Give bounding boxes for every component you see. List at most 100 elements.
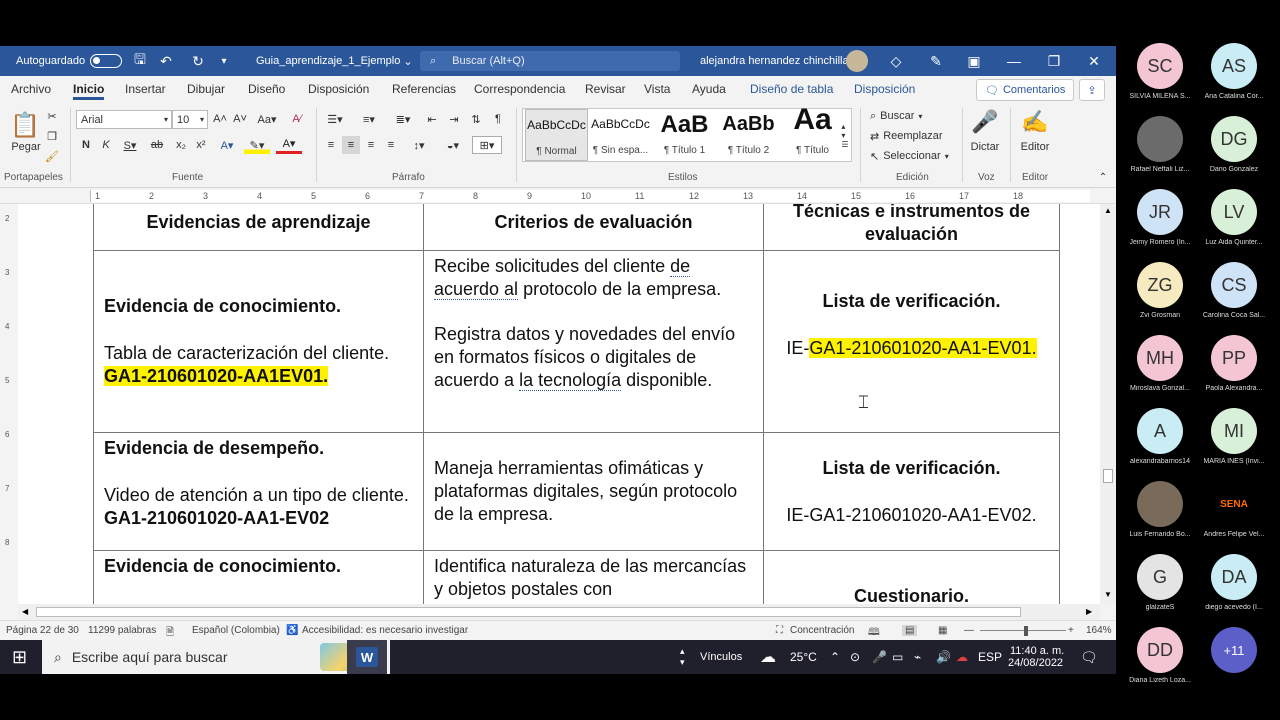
print-layout-icon[interactable]: ▤ [902, 625, 918, 636]
weather-icon[interactable]: ☁ [760, 640, 776, 674]
language-status[interactable]: Español (Colombia) [192, 625, 280, 636]
superscript-icon[interactable]: x² [192, 136, 210, 154]
table-cell[interactable]: Evidencia de conocimiento. [93, 550, 424, 604]
find-button[interactable]: ⌕ Buscar ▾ [870, 108, 950, 124]
participant-tile[interactable]: GglalzateS [1119, 554, 1201, 627]
participant-tile[interactable]: DG Dario Gonzalez [1193, 116, 1275, 189]
participant-tile[interactable]: DA diego acevedo (I... [1193, 554, 1275, 627]
participant-tile[interactable]: SENA Andres Felipe Vel... [1193, 481, 1275, 554]
replace-button[interactable]: ⇄ Reemplazar [870, 128, 950, 144]
format-painter-icon[interactable]: 🖌 [44, 148, 60, 164]
hscroll-thumb[interactable] [36, 607, 1021, 617]
vertical-scrollbar[interactable]: ▲ ▼ [1100, 204, 1116, 604]
word-count[interactable]: 11299 palabras [88, 625, 156, 636]
multilevel-list-icon[interactable]: ≣▾ [390, 110, 416, 128]
tab-diseno[interactable]: Diseño [248, 82, 285, 100]
proofing-icon[interactable]: 🗎 [166, 625, 174, 640]
tab-disposicion-tabla[interactable]: Disposición [854, 82, 915, 100]
tab-correspondencia[interactable]: Correspondencia [474, 82, 565, 100]
editor-icon[interactable]: ✍ [1020, 108, 1050, 136]
pen-icon[interactable]: ✎ [924, 46, 948, 76]
shrink-font-icon[interactable]: A˅ [232, 110, 248, 128]
participant-tile[interactable]: SC SILVIA MILENA S... [1119, 43, 1201, 116]
diamond-icon[interactable]: ◇ [884, 46, 908, 76]
styles-scroll-icon[interactable]: ▴ ▾ ☰ [838, 110, 852, 160]
zoom-slider-handle[interactable] [1024, 626, 1028, 636]
grow-font-icon[interactable]: A˄ [212, 110, 228, 128]
table-cell[interactable]: Evidencia de conocimiento. Tabla de cara… [93, 250, 424, 433]
subscript-icon[interactable]: x₂ [172, 136, 190, 154]
participant-tile[interactable]: Aalexandrabarrios14 [1119, 408, 1201, 481]
participant-tile[interactable]: PP Paola Alexandra... [1193, 335, 1275, 408]
user-name[interactable]: alejandra hernandez chinchilla [700, 46, 849, 76]
focus-mode[interactable]: Concentración [790, 625, 854, 636]
participant-tile[interactable]: +11 [1193, 627, 1275, 700]
windows-start-icon[interactable]: ⊞ [12, 640, 27, 674]
bold-icon[interactable]: N [78, 136, 94, 154]
tab-vista[interactable]: Vista [644, 82, 670, 100]
line-spacing-icon[interactable]: ↕▾ [406, 136, 432, 154]
autosave-toggle[interactable] [90, 46, 122, 76]
user-avatar[interactable] [838, 46, 868, 76]
zoom-in-icon[interactable]: + [1068, 625, 1074, 636]
style-heading-1[interactable]: AaB ¶ Título 1 [653, 109, 716, 161]
header-tecnicas[interactable]: Técnicas e instrumentos de evaluación [763, 204, 1060, 251]
participant-tile[interactable]: MH Miroslava Gonzal... [1119, 335, 1201, 408]
font-name-select[interactable]: Arial ▾ [76, 110, 172, 129]
strikethrough-icon[interactable]: ab [148, 136, 166, 154]
focus-icon[interactable]: ⛶ [776, 625, 783, 636]
highlight-icon[interactable]: ✎▾ [244, 136, 270, 154]
comments-button[interactable]: 🗨 Comentarios [976, 79, 1075, 101]
document-area[interactable]: Evidencias de aprendizaje Criterios de e… [18, 204, 1100, 604]
share-button[interactable]: ⇪ [1079, 79, 1105, 101]
tab-referencias[interactable]: Referencias [392, 82, 456, 100]
participant-tile[interactable]: Luis Fernando Bo... [1119, 481, 1201, 554]
scroll-up-icon[interactable]: ▲ [1104, 206, 1112, 215]
clock-date[interactable]: 24/08/2022 [1008, 657, 1063, 674]
participant-tile[interactable]: CS Carolina Coca Sal... [1193, 262, 1275, 335]
select-button[interactable]: ↖ Seleccionar ▾ [870, 148, 956, 164]
table-cell[interactable]: Evidencia de desempeño. Video de atenció… [93, 432, 424, 551]
volume-icon[interactable]: 🔊 [936, 640, 951, 674]
tab-inicio[interactable]: Inicio [73, 82, 105, 100]
show-marks-icon[interactable]: ¶ [490, 110, 506, 128]
decrease-indent-icon[interactable]: ⇤ [424, 110, 440, 128]
microphone-icon[interactable]: 🎤 [971, 108, 998, 136]
style-no-spacing[interactable]: AaBbCcDc ¶ Sin espa... [589, 109, 652, 161]
table-cell[interactable]: Lista de verificación. IE-GA1-210601020-… [763, 432, 1060, 551]
taskbar-word-app[interactable]: W [347, 640, 387, 674]
vertical-ruler[interactable]: 2345678 [0, 204, 18, 604]
battery-icon[interactable]: ▭ [892, 640, 903, 674]
header-criterios[interactable]: Criterios de evaluación [423, 204, 764, 251]
participant-tile[interactable]: MI MARÍA INÉS (Invi... [1193, 408, 1275, 481]
undo-icon[interactable]: ↶ [154, 46, 178, 76]
cut-icon[interactable]: ✂ [44, 108, 60, 124]
table-cell[interactable]: Lista de verificación. IE-GA1-210601020-… [763, 250, 1060, 433]
copy-icon[interactable]: ❐ [44, 128, 60, 144]
horizontal-ruler[interactable]: 1 2 3 4 5 6 7 8 9 10 11 12 13 14 15 16 17 18 [0, 188, 1116, 204]
tab-revisar[interactable]: Revisar [585, 82, 626, 100]
header-evidencias[interactable]: Evidencias de aprendizaje [93, 204, 424, 251]
web-layout-icon[interactable]: ▦ [938, 625, 947, 636]
accessibility-icon[interactable]: ♿ [286, 625, 298, 636]
participant-tile[interactable]: JR Jeimy Romero (In... [1119, 189, 1201, 262]
editor-button[interactable]: Editor [1016, 140, 1054, 154]
paste-button[interactable]: Pegar [8, 140, 44, 154]
network-icon[interactable]: ⌁ [914, 640, 921, 674]
cloud-offline-icon[interactable]: ☁ [956, 640, 968, 674]
notifications-icon[interactable]: 🗨 [1080, 640, 1098, 674]
participant-tile[interactable]: LV Luz Aida Quinter... [1193, 189, 1275, 262]
document-page[interactable]: Evidencias de aprendizaje Criterios de e… [18, 204, 1100, 604]
tab-insertar[interactable]: Insertar [125, 82, 166, 100]
align-right-icon[interactable]: ≡ [362, 136, 380, 154]
document-name[interactable]: Guia_aprendizaje_1_Ejemplo ⌄ [256, 46, 413, 76]
table-cell[interactable]: Recibe solicitudes del cliente de acuerd… [423, 250, 764, 433]
clear-format-icon[interactable]: A⁄ [288, 110, 306, 128]
microphone-tray-icon[interactable]: 🎤 [872, 640, 887, 674]
customize-qat-icon[interactable]: ▾ [212, 46, 236, 76]
text-effects-icon[interactable]: A▾ [214, 136, 240, 154]
clock-time[interactable]: 11:40 a. m. [1010, 640, 1064, 657]
scroll-thumb[interactable] [1103, 469, 1113, 483]
tab-archivo[interactable]: Archivo [11, 82, 51, 100]
align-center-icon[interactable]: ≡ [342, 136, 360, 154]
